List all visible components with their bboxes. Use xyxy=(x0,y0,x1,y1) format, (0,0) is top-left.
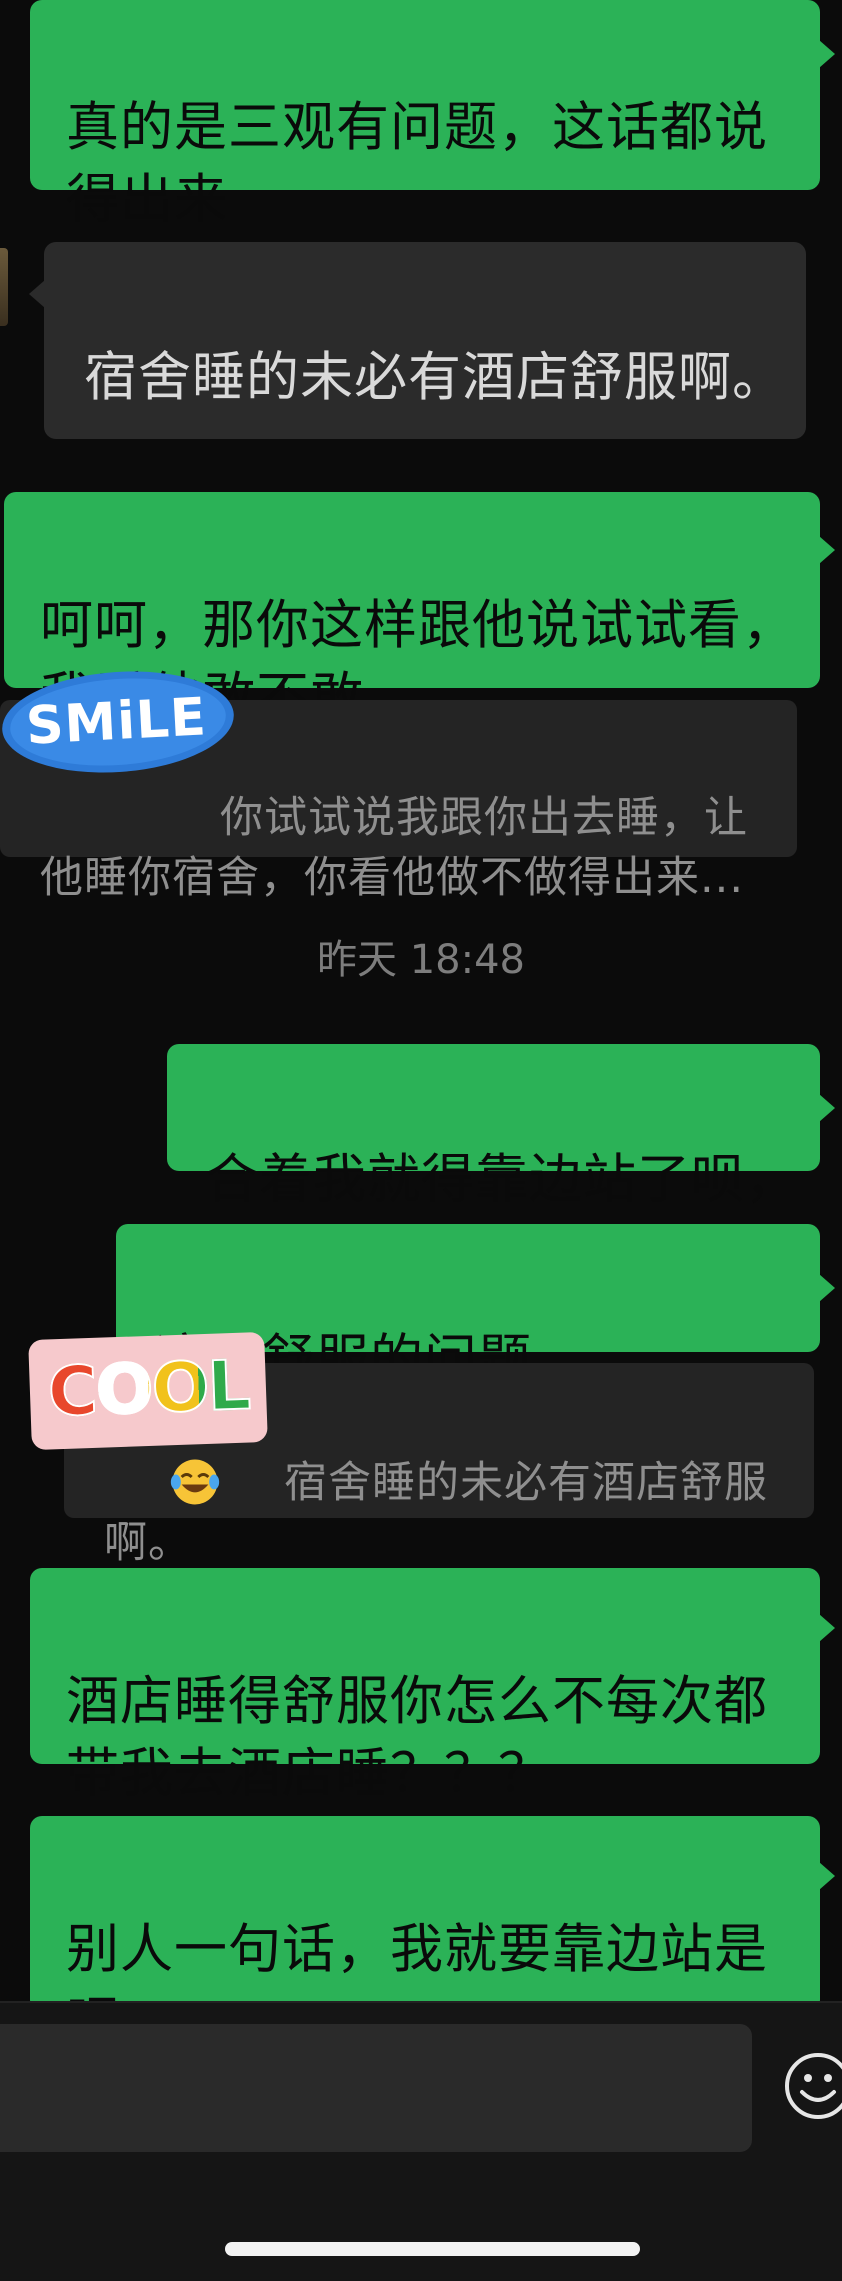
bubble-tail xyxy=(29,280,45,308)
message-bubble-outgoing[interactable]: 酒店睡得舒服你怎么不每次都 带我去酒店睡？？？ xyxy=(30,1568,820,1804)
timestamp: 昨天 18:48 xyxy=(317,937,525,983)
bubble-tail xyxy=(819,536,835,564)
cool-sticker-label: COOL xyxy=(46,1346,251,1434)
smile-sticker: SMiLE xyxy=(0,668,240,776)
message-text: 宿舍睡的未必有酒店舒服啊。 xyxy=(84,347,786,408)
avatar[interactable] xyxy=(0,248,8,326)
bubble-tail xyxy=(819,1094,835,1122)
bubble-tail xyxy=(819,40,835,68)
bubble-tail xyxy=(819,1862,835,1890)
message-bubble-outgoing[interactable]: 呵呵，那你这样跟他说试试看， 我看他敢不敢 xyxy=(4,492,820,728)
tears-of-joy-emoji xyxy=(170,1459,220,1505)
bubble-tail xyxy=(819,1274,835,1302)
smile-sticker-label: SMiLE xyxy=(24,687,209,757)
message-input[interactable] xyxy=(0,2024,752,2152)
message-bubble-incoming[interactable]: 宿舍睡的未必有酒店舒服啊。 xyxy=(44,242,806,551)
cool-sticker: COOL xyxy=(28,1331,268,1451)
smiley-face-icon[interactable] xyxy=(780,2046,842,2126)
message-text: 合着我就得靠边站了呗， xyxy=(205,1149,799,1210)
message-text: 酒店睡得舒服你怎么不每次都 带我去酒店睡？？？ xyxy=(66,1671,768,1804)
message-bubble-outgoing[interactable]: 真的是三观有问题，这话都说 得出来 xyxy=(30,0,820,230)
chat-screen: 真的是三观有问题，这话都说 得出来 宿舍睡的未必有酒店舒服啊。 呵呵，那你这样跟… xyxy=(0,0,842,2281)
message-bubble-outgoing[interactable]: 别人一句话，我就要靠边站是 吧 xyxy=(30,1816,820,2052)
bubble-tail xyxy=(819,1614,835,1642)
home-indicator[interactable] xyxy=(225,2242,640,2256)
message-text: 真的是三观有问题，这话都说 得出来 xyxy=(66,97,768,230)
quoted-text: 你试试说我跟你出去睡，让 他睡你宿舍，你看他做不做得出来... xyxy=(40,793,748,903)
message-bubble-outgoing[interactable]: 合着我就得靠边站了呗， xyxy=(167,1044,820,1210)
